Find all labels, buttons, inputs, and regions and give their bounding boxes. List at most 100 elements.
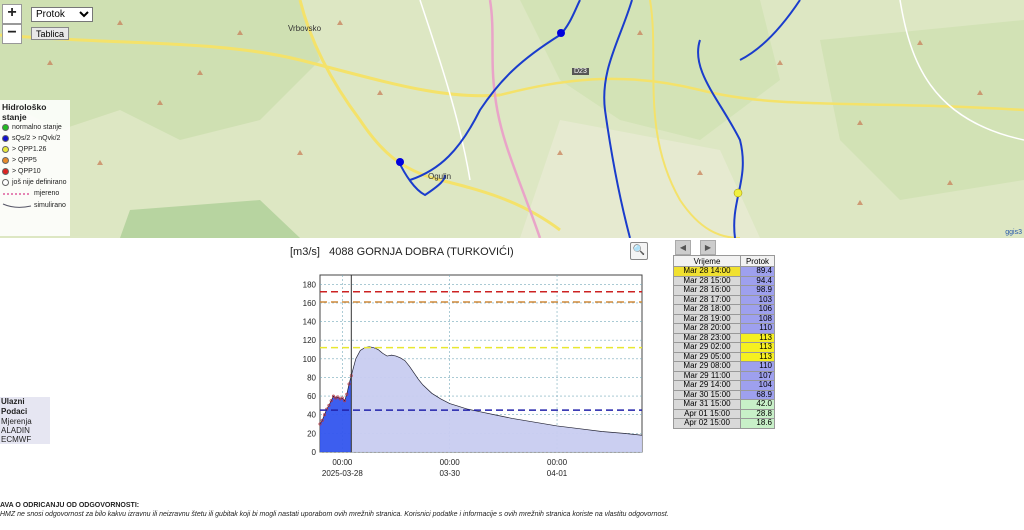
map-credit[interactable]: ggis3 [1005,229,1022,236]
table-cell-time: Mar 31 15:00 [673,399,741,410]
map-legend: Hidrološko stanje normalno stanje sQs/2 >… [0,100,70,236]
place-label: Vrbovsko [288,24,322,33]
table-cell-flow: 113 [740,342,775,353]
map-background [0,0,1024,238]
disclaimer: AVA O ODRICANJU OD ODGOVORNOSTI: HMZ ne … [0,501,669,519]
legend-measured-label: mjereno [34,190,60,197]
table-row[interactable]: Apr 02 15:00 18.6 [673,418,775,429]
legend-item: > QPP1.26 [0,144,70,155]
legend-item-label: sQs/2 > nQvk/2 [12,135,61,142]
status-dot-icon [2,123,9,131]
table-header-flow: Protok [740,255,775,267]
table-cell-time: Mar 28 16:00 [673,285,741,296]
y-tick-label: 60 [307,392,316,401]
simulated-line-icon [2,203,32,208]
legend-item-label: normalno stanje [12,124,62,131]
x-tick-date: 04-01 [547,469,568,478]
input-data-panel: Ulazni Podaci Mjerenja ALADIN ECMWF [0,397,50,444]
input-item[interactable]: ECMWF [0,435,50,444]
table-cell-flow: 98.9 [740,285,775,296]
legend-item: sQs/2 > nQvk/2 [0,133,70,144]
table-cell-time: Mar 28 14:00 [673,266,741,277]
table-cell-flow: 89.4 [740,266,775,277]
legend-item: još nije definirano [0,177,70,188]
station-marker[interactable] [396,158,404,166]
y-tick-label: 120 [303,336,317,345]
y-tick-label: 180 [303,280,317,289]
legend-item-label: > QPP5 [12,157,37,164]
chart-unit: [m3/s] [290,246,320,258]
status-dot-icon [2,145,9,153]
table-cell-flow: 110 [740,361,775,372]
x-tick-label: 00:00 [440,458,461,467]
map-view[interactable]: Vrbovsko Ogulin D23 + − Protok Tablica H… [0,0,1024,238]
table-cell-time: Mar 28 20:00 [673,323,741,334]
table-button[interactable]: Tablica [31,27,70,40]
legend-simulated: simulirano [0,200,70,212]
legend-item-label: > QPP10 [12,168,41,175]
legend-title: Hidrološko stanje [2,102,47,122]
y-tick-label: 80 [307,373,316,382]
table-cell-time: Apr 02 15:00 [673,418,741,429]
input-item[interactable]: Mjerenja [0,417,50,426]
table-next-button[interactable]: ▶ [700,240,716,255]
table-row[interactable]: Mar 31 15:00 42.0 [673,399,775,410]
zoom-in-button[interactable]: + [2,4,22,24]
station-marker[interactable] [557,29,565,37]
y-tick-label: 0 [312,448,317,457]
flow-chart: 0 20 40 60 80 100 120 140 160 180 00:00 2025-03-28 0… [303,274,643,478]
x-tick-date: 03-30 [439,469,460,478]
table-cell-flow: 106 [740,304,775,315]
input-item[interactable]: ALADIN [0,426,50,435]
legend-item: normalno stanje [0,122,70,133]
layer-select[interactable]: Protok [31,7,93,22]
table-row[interactable]: Mar 29 14:00 104 [673,380,775,391]
flow-table: Vrijeme Protok Mar 28 14:00 89.4 Mar 28 15… [673,255,775,429]
x-tick-label: 00:00 [332,458,353,467]
status-dot-icon [2,134,9,142]
legend-item: > QPP5 [0,155,70,166]
legend-item-label: još nije definirano [12,179,67,186]
table-prev-button[interactable]: ◀ [675,240,691,255]
road-label: D23 [572,68,589,75]
station-marker[interactable] [733,188,743,198]
table-cell-flow: 104 [740,380,775,391]
status-dot-icon [2,156,9,164]
table-row[interactable]: Mar 28 14:00 89.4 [673,266,775,277]
input-data-title: Ulazni Podaci [1,397,28,416]
measured-line-icon [3,193,31,195]
y-tick-label: 100 [303,355,317,364]
legend-measured: mjereno [0,188,70,200]
chart-title: [m3/s] 4088 GORNJA DOBRA (TURKOVIĆI) [290,246,514,258]
legend-item-label: > QPP1.26 [12,146,47,153]
table-row[interactable]: Mar 28 20:00 110 [673,323,775,334]
status-dot-icon [2,178,9,186]
place-label: Ogulin [428,172,452,181]
table-cell-time: Mar 29 08:00 [673,361,741,372]
table-cell-time: Mar 29 02:00 [673,342,741,353]
y-tick-label: 140 [303,318,317,327]
zoom-out-button[interactable]: − [2,24,22,44]
disclaimer-text: HMZ ne snosi odgovornost za bilo kakvu i… [0,511,669,518]
y-tick-label: 160 [303,299,317,308]
y-tick-label: 20 [307,429,316,438]
legend-item: > QPP10 [0,166,70,177]
chart-zoom-icon[interactable]: 🔍 [630,242,648,260]
table-row[interactable]: Mar 29 08:00 110 [673,361,775,372]
table-cell-flow: 110 [740,323,775,334]
table-row[interactable]: Mar 28 16:00 98.9 [673,285,775,296]
disclaimer-title: AVA O ODRICANJU OD ODGOVORNOSTI: [0,502,140,509]
y-tick-label: 40 [307,411,316,420]
table-cell-time: Mar 29 14:00 [673,380,741,391]
x-tick-date: 2025-03-28 [322,469,363,478]
table-row[interactable]: Mar 28 18:00 106 [673,304,775,315]
table-cell-flow: 18.6 [740,418,775,429]
table-cell-time: Mar 28 18:00 [673,304,741,315]
legend-simulated-label: simulirano [34,202,66,209]
table-header-time: Vrijeme [673,255,741,267]
table-cell-flow: 42.0 [740,399,775,410]
table-row[interactable]: Mar 29 02:00 113 [673,342,775,353]
chart-station: 4088 GORNJA DOBRA (TURKOVIĆI) [329,246,514,258]
status-dot-icon [2,167,9,175]
x-tick-label: 00:00 [547,458,568,467]
